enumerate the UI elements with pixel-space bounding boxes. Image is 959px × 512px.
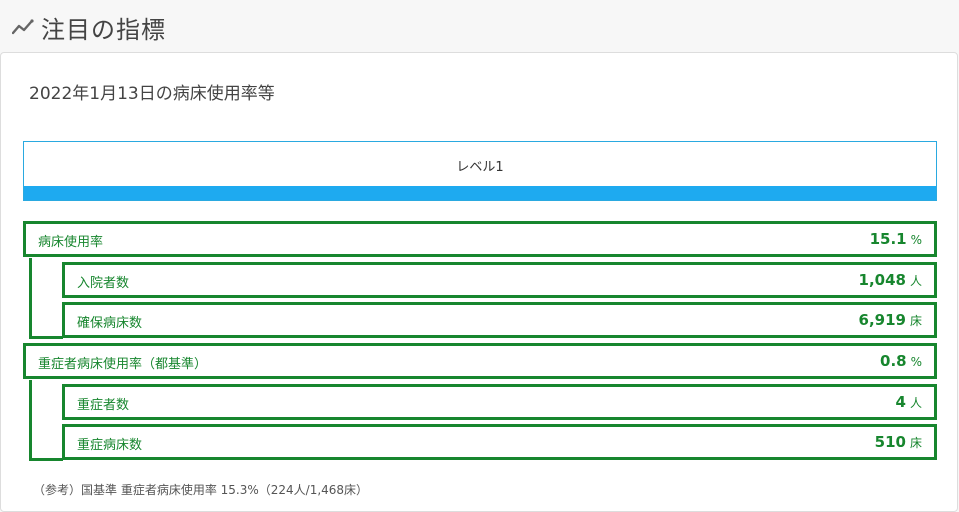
row-label: 重症病床数: [77, 438, 143, 453]
row-label: 入院者数: [77, 276, 130, 291]
level-bar: [24, 186, 936, 200]
metrics-card: 2022年1月13日の病床使用率等 レベル1 病床使用率 15.1% 入院者数 …: [0, 52, 958, 512]
group-connector: [29, 258, 63, 339]
row-label: 重症者病床使用率（都基準）: [38, 357, 208, 372]
footnote: （参考）国基準 重症者病床使用率 15.3%（224人/1,468床）: [33, 483, 369, 497]
row-value: 15.1%: [869, 230, 922, 248]
severe-beds-row: 重症病床数 510 床: [62, 424, 937, 460]
card-subtitle: 2022年1月13日の病床使用率等: [29, 84, 275, 104]
section-title: 注目の指標: [41, 16, 166, 44]
bed-usage-rate-row: 病床使用率 15.1%: [23, 221, 937, 257]
row-value: 510 床: [874, 433, 922, 451]
row-label: 確保病床数: [77, 316, 143, 331]
severe-bed-usage-rate-row: 重症者病床使用率（都基準） 0.8%: [23, 343, 937, 379]
row-value: 0.8%: [880, 352, 922, 370]
level-indicator: レベル1: [23, 141, 937, 201]
row-label: 病床使用率: [38, 235, 104, 250]
row-value: 1,048 人: [858, 271, 922, 289]
row-value: 4人: [895, 393, 922, 411]
row-value: 6,919 床: [858, 311, 922, 329]
group-connector: [29, 380, 63, 461]
secured-beds-row: 確保病床数 6,919 床: [62, 302, 937, 338]
trend-line-icon: [12, 19, 34, 35]
level-label: レベル1: [456, 160, 504, 175]
section-header: 注目の指標: [0, 0, 959, 52]
inpatients-row: 入院者数 1,048 人: [62, 262, 937, 298]
row-label: 重症者数: [77, 398, 130, 413]
severe-patients-row: 重症者数 4人: [62, 384, 937, 420]
